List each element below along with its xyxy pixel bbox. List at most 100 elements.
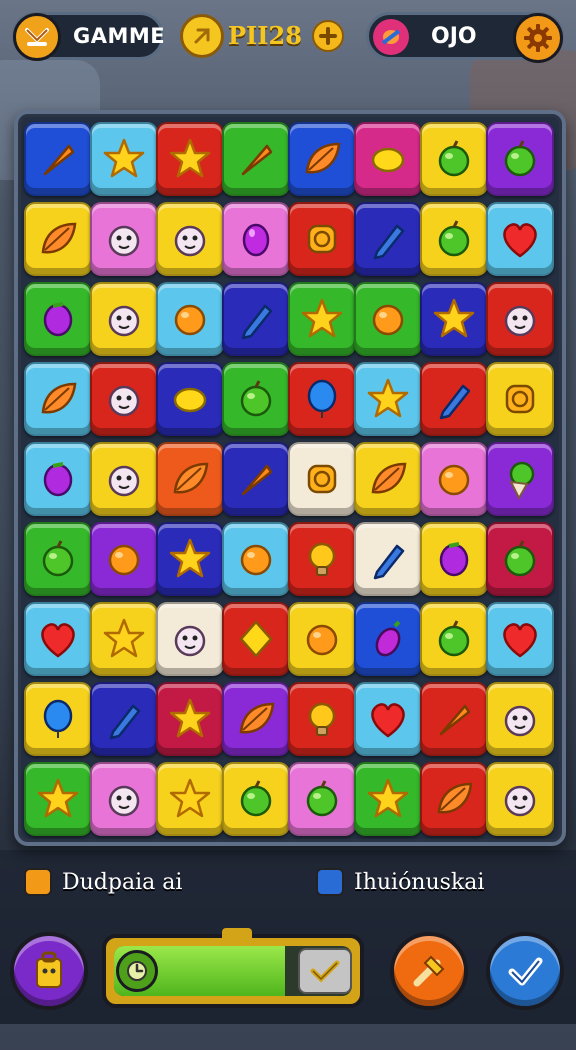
creature-icon (108, 785, 140, 817)
orange-icon (438, 464, 470, 496)
tile-6-1[interactable] (90, 602, 158, 676)
tile-4-6[interactable] (420, 442, 488, 516)
tile-0-3[interactable] (222, 122, 290, 196)
tile-0-0[interactable] (24, 122, 92, 196)
leaf-icon (41, 222, 77, 254)
tile-6-0[interactable] (24, 602, 92, 676)
tile-8-2[interactable] (156, 762, 224, 836)
tile-7-7[interactable] (486, 682, 554, 756)
tile-2-4[interactable] (288, 282, 356, 356)
star-icon (367, 378, 409, 418)
tile-7-5[interactable] (354, 682, 422, 756)
tile-1-5[interactable] (354, 202, 422, 276)
tile-2-7[interactable] (486, 282, 554, 356)
tile-6-5[interactable] (354, 602, 422, 676)
legend-right: Ihuiónuskai (316, 868, 484, 896)
star-icon (169, 138, 211, 178)
tile-1-4[interactable] (288, 202, 356, 276)
grape-icon (43, 462, 73, 497)
tile-0-5[interactable] (354, 122, 422, 196)
tile-8-4[interactable] (288, 762, 356, 836)
tile-7-1[interactable] (90, 682, 158, 756)
tile-2-1[interactable] (90, 282, 158, 356)
tile-3-7[interactable] (486, 362, 554, 436)
tile-7-2[interactable] (156, 682, 224, 756)
inventory-button[interactable] (10, 932, 88, 1010)
tile-2-0[interactable] (24, 282, 92, 356)
tile-0-7[interactable] (486, 122, 554, 196)
tile-5-3[interactable] (222, 522, 290, 596)
confirm-button[interactable] (486, 932, 564, 1010)
tile-0-4[interactable] (288, 122, 356, 196)
tile-1-6[interactable] (420, 202, 488, 276)
grape-icon (43, 302, 73, 337)
tile-3-5[interactable] (354, 362, 422, 436)
tile-5-6[interactable] (420, 522, 488, 596)
tile-3-1[interactable] (90, 362, 158, 436)
star-icon (103, 138, 145, 178)
hammer-booster-button[interactable] (390, 932, 468, 1010)
tile-1-7[interactable] (486, 202, 554, 276)
tile-8-1[interactable] (90, 762, 158, 836)
tile-5-5[interactable] (354, 522, 422, 596)
tile-7-4[interactable] (288, 682, 356, 756)
tile-0-1[interactable] (90, 122, 158, 196)
tile-6-4[interactable] (288, 602, 356, 676)
leaf-icon (41, 382, 77, 414)
tile-1-3[interactable] (222, 202, 290, 276)
creature-icon (108, 225, 140, 257)
confirm-move-button[interactable] (298, 948, 352, 994)
tile-8-3[interactable] (222, 762, 290, 836)
tile-5-0[interactable] (24, 522, 92, 596)
tile-1-2[interactable] (156, 202, 224, 276)
tile-4-4[interactable] (288, 442, 356, 516)
tile-1-0[interactable] (24, 202, 92, 276)
apple-icon (438, 220, 470, 257)
tile-8-0[interactable] (24, 762, 92, 836)
hammer-icon (413, 955, 445, 987)
tile-2-5[interactable] (354, 282, 422, 356)
tile-2-6[interactable] (420, 282, 488, 356)
tile-0-2[interactable] (156, 122, 224, 196)
tile-7-6[interactable] (420, 682, 488, 756)
heart-icon (371, 703, 405, 738)
bulb-icon (308, 542, 336, 576)
creature-icon (504, 705, 536, 737)
tile-6-6[interactable] (420, 602, 488, 676)
tile-3-4[interactable] (288, 362, 356, 436)
tile-8-7[interactable] (486, 762, 554, 836)
tile-6-2[interactable] (156, 602, 224, 676)
tile-8-6[interactable] (420, 762, 488, 836)
settings-button[interactable] (513, 13, 563, 63)
leaf-icon (239, 702, 275, 734)
add-coins-button[interactable] (312, 20, 344, 52)
tile-4-3[interactable] (222, 442, 290, 516)
tile-8-5[interactable] (354, 762, 422, 836)
tile-4-7[interactable] (486, 442, 554, 516)
tile-1-1[interactable] (90, 202, 158, 276)
tile-5-2[interactable] (156, 522, 224, 596)
tile-2-2[interactable] (156, 282, 224, 356)
tile-6-3[interactable] (222, 602, 290, 676)
tile-5-7[interactable] (486, 522, 554, 596)
tile-5-1[interactable] (90, 522, 158, 596)
tile-3-6[interactable] (420, 362, 488, 436)
lemon-icon (371, 147, 405, 173)
egg-icon (242, 223, 270, 257)
tile-3-0[interactable] (24, 362, 92, 436)
tile-3-3[interactable] (222, 362, 290, 436)
eggplant-icon (375, 620, 401, 657)
tile-5-4[interactable] (288, 522, 356, 596)
tile-2-3[interactable] (222, 282, 290, 356)
tile-4-0[interactable] (24, 442, 92, 516)
tile-6-7[interactable] (486, 602, 554, 676)
tile-7-0[interactable] (24, 682, 92, 756)
legend-right-text: Ihuiónuskai (354, 869, 485, 895)
tile-7-3[interactable] (222, 682, 290, 756)
lemon-icon (173, 387, 207, 413)
tile-4-2[interactable] (156, 442, 224, 516)
tile-4-5[interactable] (354, 442, 422, 516)
tile-3-2[interactable] (156, 362, 224, 436)
tile-4-1[interactable] (90, 442, 158, 516)
tile-0-6[interactable] (420, 122, 488, 196)
